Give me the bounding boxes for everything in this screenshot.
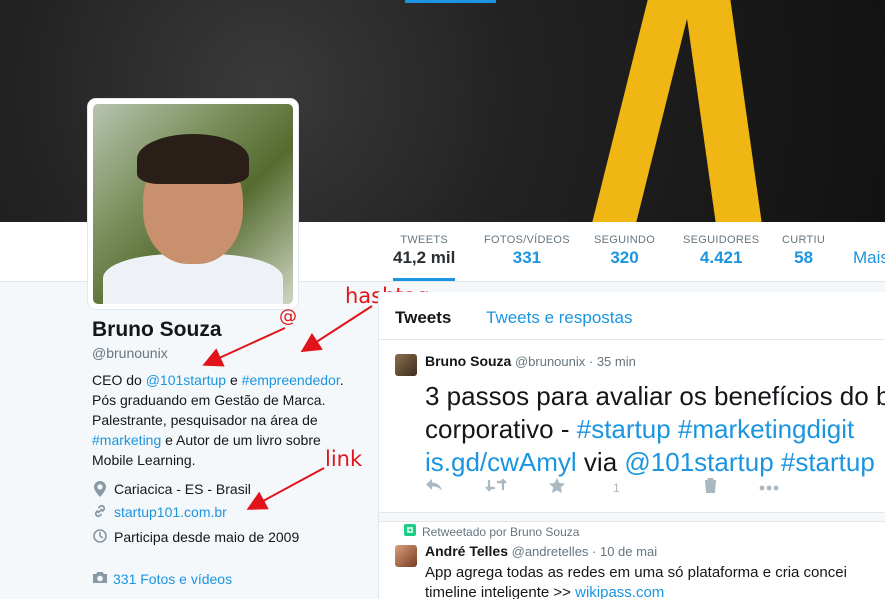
tweet-header: André Telles @andretelles · 10 de mai (425, 543, 657, 559)
tweet-url-link[interactable]: is.gd/cwAmyl (425, 447, 577, 477)
reply-icon[interactable] (425, 478, 443, 497)
tweet-text-fragment: timeline inteligente >> (425, 584, 576, 599)
tweet-text-line: is.gd/cwAmyl via @101startup #startup (425, 446, 885, 479)
like-count: 1 (613, 480, 620, 495)
annotation-arrow (202, 327, 286, 367)
annotation-arrow (300, 305, 373, 353)
tweet-handle[interactable]: @andretelles (512, 544, 589, 559)
tweet-text-fragment: via (576, 447, 625, 477)
tweet-text-fragment: corporativo - (425, 414, 577, 444)
retweeted-by-text[interactable]: Retweetado por Bruno Souza (422, 525, 579, 539)
tweet-text-line: 3 passos para avaliar os benefícios do b (425, 381, 885, 411)
tweet-time[interactable]: · 35 min (589, 354, 636, 369)
tweet-header: Bruno Souza @brunounix · 35 min (425, 353, 636, 369)
retweet-icon[interactable] (485, 478, 507, 497)
tab-tweets-and-replies[interactable]: Tweets e respostas (486, 308, 632, 328)
retweet-badge-icon (404, 524, 416, 539)
tweet-text-line: App agrega todas as redes em uma só plat… (425, 564, 847, 581)
tweet-text-line: timeline inteligente >> wikipass.com (425, 583, 847, 599)
tab-tweets[interactable]: Tweets (395, 308, 451, 328)
tweet[interactable]: Retweetado por Bruno Souza André Telles … (379, 522, 885, 599)
tweet-hashtag-link[interactable]: #startup #marketingdigit (577, 414, 854, 444)
more-icon[interactable] (759, 478, 779, 497)
tweet-handle[interactable]: @brunounix (515, 354, 585, 369)
timeline-tabs: Tweets Tweets e respostas (379, 292, 885, 340)
tweet[interactable]: Bruno Souza @brunounix · 35 min 3 passos… (379, 350, 885, 510)
tweet-author[interactable]: André Telles (425, 543, 508, 559)
tweet-avatar[interactable] (395, 354, 417, 376)
tweet-text-line: corporativo - #startup #marketingdigit (425, 413, 885, 446)
tweet-avatar[interactable] (395, 545, 417, 567)
tweet-mention-link[interactable]: @101startup #startup (624, 447, 874, 477)
star-icon (549, 478, 565, 497)
tweet-divider (379, 512, 885, 522)
tweet-actions: 1 (425, 478, 821, 497)
annotation-arrow (246, 467, 325, 510)
tweet-text: App agrega todas as redes em uma só plat… (425, 563, 847, 599)
like-button[interactable]: 1 (549, 478, 662, 497)
retweeted-by: Retweetado por Bruno Souza (404, 524, 579, 539)
tweet-text: 3 passos para avaliar os benefícios do b… (425, 380, 885, 479)
tweet-time[interactable]: · 10 de mai (592, 544, 657, 559)
tweet-author[interactable]: Bruno Souza (425, 353, 511, 369)
tweet-url-link[interactable]: wikipass.com (575, 584, 664, 599)
tweet-timeline: Tweets Tweets e respostas Bruno Souza @b… (378, 292, 885, 599)
trash-icon[interactable] (704, 478, 717, 497)
